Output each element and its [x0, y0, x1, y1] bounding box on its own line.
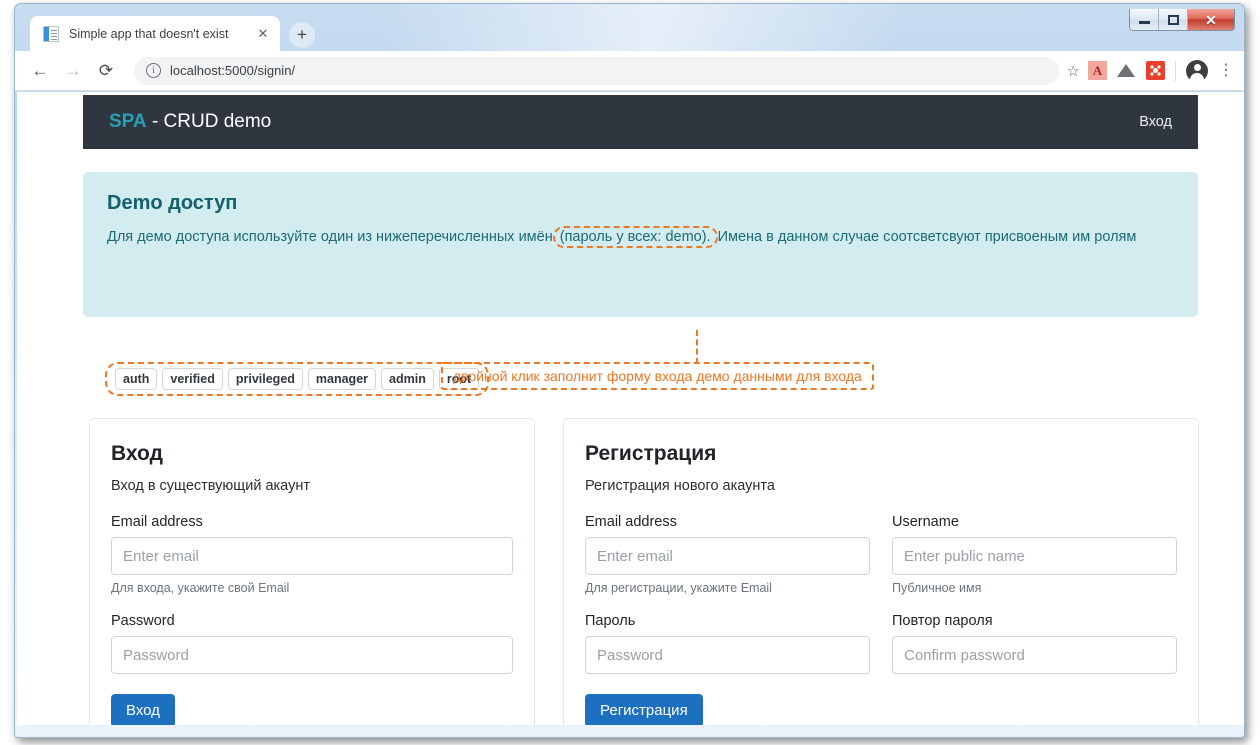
close-tab-icon[interactable]: ✕	[254, 25, 272, 43]
signup-email-input[interactable]	[585, 537, 870, 575]
signup-submit-button[interactable]: Регистрация	[585, 694, 703, 725]
annotation-connector-line	[696, 330, 698, 364]
signup-card-subtitle: Регистрация нового акаунта	[585, 478, 775, 494]
signup-email-group: Email address Для регистрации, укажите E…	[585, 514, 870, 595]
site-info-icon[interactable]: i	[146, 63, 161, 78]
brand-rest-text: - CRUD demo	[146, 111, 272, 132]
signin-password-label: Password	[111, 613, 175, 629]
desktop-background: ✕ Simple app that doesn't exist ✕ + ← → …	[0, 0, 1260, 745]
address-bar[interactable]: i localhost:5000/signin/	[134, 56, 1059, 85]
red-extension-icon[interactable]	[1146, 61, 1165, 80]
signup-row-two: Пароль Повтор пароля	[585, 613, 1177, 674]
signup-username-label: Username	[892, 514, 959, 530]
demo-role-badges: auth verified privileged manager admin r…	[105, 362, 490, 396]
signin-email-help: Для входа, укажите свой Email	[111, 581, 290, 595]
signup-card: Регистрация Регистрация нового акаунта E…	[563, 418, 1199, 725]
brand-accent-text: SPA	[109, 111, 147, 132]
drive-extension-icon[interactable]	[1117, 61, 1136, 80]
role-badge-privileged[interactable]: privileged	[227, 368, 303, 390]
role-badge-verified[interactable]: verified	[162, 368, 223, 390]
profile-avatar-icon[interactable]	[1186, 59, 1208, 82]
tab-title: Simple app that doesn't exist	[69, 26, 229, 41]
role-badge-auth[interactable]: auth	[115, 368, 158, 390]
signup-row-one: Email address Для регистрации, укажите E…	[585, 514, 1177, 595]
signin-card-subtitle: Вход в существующий акаунт	[111, 478, 310, 494]
demo-text-before: Для демо доступа используйте один из ниж…	[107, 229, 553, 245]
demo-panel-text: Для демо доступа используйте один из ниж…	[107, 226, 1174, 249]
tab-strip: Simple app that doesn't exist ✕ +	[15, 16, 1244, 51]
signup-password-input[interactable]	[585, 636, 870, 674]
pdf-extension-icon[interactable]	[1088, 61, 1107, 80]
signin-email-input[interactable]	[111, 537, 513, 575]
back-icon[interactable]: ←	[25, 56, 55, 86]
role-badge-manager[interactable]: manager	[307, 368, 377, 390]
navbar-right: Вход	[1139, 113, 1172, 131]
url-text: localhost:5000/signin/	[170, 63, 296, 78]
browser-window: ✕ Simple app that doesn't exist ✕ + ← → …	[14, 3, 1245, 738]
signin-password-input[interactable]	[111, 636, 513, 674]
navbar-signin-link[interactable]: Вход	[1139, 114, 1172, 130]
demo-text-after: Имена в данном случае соотсветсвуют прис…	[717, 229, 1137, 245]
signup-confirm-label: Повтор пароля	[892, 613, 993, 629]
browser-tab[interactable]: Simple app that doesn't exist ✕	[30, 16, 280, 51]
reload-icon[interactable]: ⟳	[91, 56, 121, 86]
signup-password-group: Пароль	[585, 613, 870, 674]
signup-confirm-group: Повтор пароля	[892, 613, 1177, 674]
demo-password-highlight: (пароль у всех: demo).	[552, 226, 718, 248]
browser-menu-icon[interactable]: ⋮	[1218, 63, 1234, 78]
signup-username-group: Username Публичное имя	[892, 514, 1177, 595]
role-badge-admin[interactable]: admin	[381, 368, 434, 390]
app-brand[interactable]: SPA - CRUD demo	[109, 111, 271, 133]
browser-toolbar: ← → ⟳ i localhost:5000/signin/ ☆ ⋮	[15, 51, 1244, 91]
bookmark-star-icon[interactable]: ☆	[1067, 62, 1080, 80]
signup-card-title: Регистрация	[585, 442, 717, 465]
demo-access-panel: Demo доступ Для демо доступа используйте…	[83, 172, 1198, 317]
signup-password-label: Пароль	[585, 613, 636, 629]
new-tab-button[interactable]: +	[289, 22, 315, 48]
signin-card: Вход Вход в существующий акаунт Email ad…	[89, 418, 535, 725]
signup-username-help: Публичное имя	[892, 581, 982, 595]
page-viewport: SPA - CRUD demo Вход Demo доступ Для дем…	[17, 92, 1244, 725]
signin-email-label: Email address	[111, 514, 203, 530]
signup-email-help: Для регистрации, укажите Email	[585, 581, 772, 595]
signup-username-input[interactable]	[892, 537, 1177, 575]
annotation-callout: двойной клик заполнит форму входа демо д…	[441, 362, 874, 390]
signin-submit-button[interactable]: Вход	[111, 694, 175, 725]
forward-icon[interactable]: →	[58, 56, 88, 86]
document-icon	[43, 25, 59, 42]
app-navbar: SPA - CRUD demo Вход	[83, 95, 1198, 149]
demo-panel-title: Demo доступ	[107, 192, 238, 214]
signup-confirm-input[interactable]	[892, 636, 1177, 674]
signup-email-label: Email address	[585, 514, 677, 530]
toolbar-divider	[1175, 60, 1176, 81]
signin-card-title: Вход	[111, 442, 163, 465]
